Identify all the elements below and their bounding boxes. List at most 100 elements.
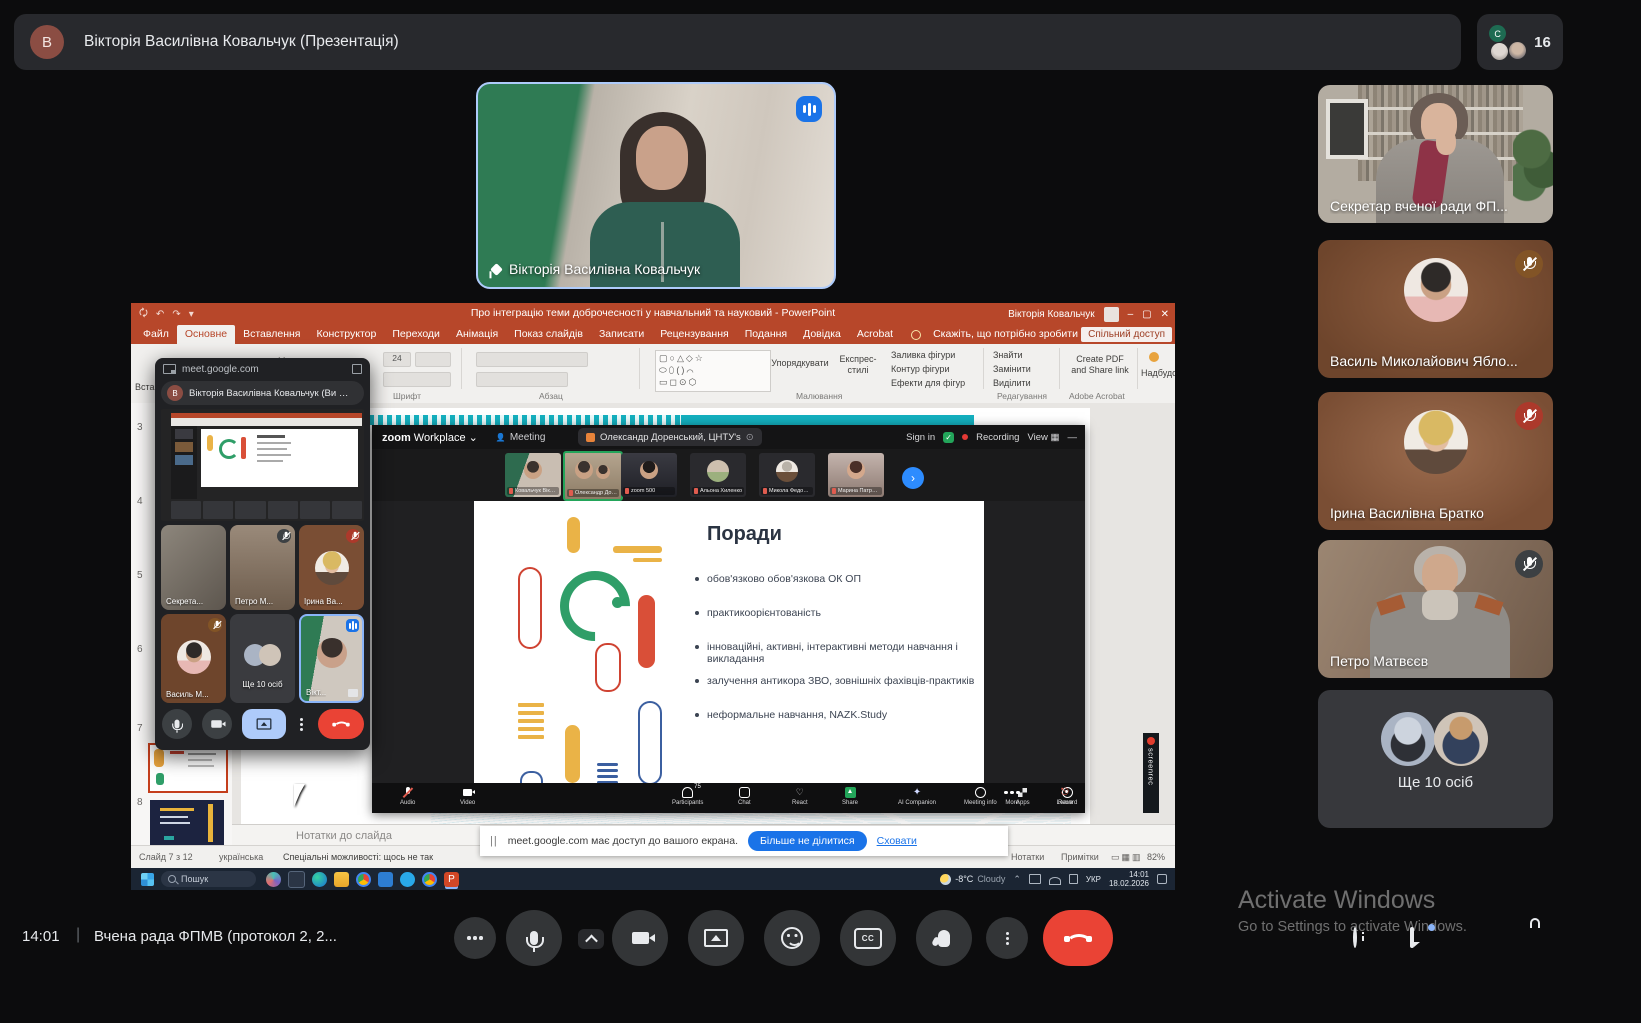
zoom-participant-tile[interactable]: Альона Хиленко: [690, 453, 746, 497]
tab-view[interactable]: Подання: [737, 325, 795, 344]
quick-styles-button[interactable]: Експрес-стилі: [833, 354, 883, 376]
copilot-icon[interactable]: [266, 872, 281, 887]
ppt-share-button[interactable]: Спільний доступ: [1081, 327, 1172, 342]
camera-options-chevron[interactable]: [578, 929, 604, 949]
accessibility-label[interactable]: Спеціальні можливості: щось не так: [283, 852, 433, 862]
slide-thumbnail-7-selected[interactable]: [148, 743, 228, 793]
tab-insert[interactable]: Вставлення: [235, 325, 308, 344]
pip-tile[interactable]: Василь М...: [161, 614, 226, 703]
zoom-meeting-title-tab[interactable]: Олександр Доренський, ЦНТУ's ⊙: [578, 428, 762, 446]
display-icon[interactable]: [1029, 874, 1041, 884]
meet-pip-window[interactable]: meet.google.com B Вікторія Василівна Ков…: [155, 358, 370, 750]
tab-animations[interactable]: Анімація: [448, 325, 506, 344]
font-style-buttons[interactable]: [415, 352, 451, 367]
captions-button[interactable]: CC: [840, 910, 896, 966]
participant-tile-secretary[interactable]: Секретар вченої ради ФП...: [1318, 85, 1553, 223]
reactions-button[interactable]: [764, 910, 820, 966]
minimize-icon[interactable]: –: [1128, 309, 1134, 320]
pip-tile[interactable]: Петро М...: [230, 525, 295, 610]
pip-end-call-button[interactable]: [318, 709, 364, 739]
tab-home[interactable]: Основне: [177, 325, 235, 344]
pip-present-button-active[interactable]: [242, 709, 286, 739]
zoom-participant-tile[interactable]: zoom 500: [621, 453, 677, 497]
participant-tile-iryna[interactable]: Ірина Василівна Братко: [1318, 392, 1553, 530]
pause-icon[interactable]: ||: [490, 835, 498, 847]
pip-tile[interactable]: Ірина Ва...: [299, 525, 364, 610]
zoom-chat-button[interactable]: Chat: [738, 786, 751, 806]
powerpoint-icon-active[interactable]: P: [444, 872, 459, 887]
zoom-participant-tile[interactable]: Микола Федоренко: [759, 453, 815, 497]
zoom-meeting-info-button[interactable]: Meeting info: [964, 786, 997, 806]
file-explorer-icon[interactable]: [334, 872, 349, 887]
pip-tile-others[interactable]: Ще 10 осіб: [230, 614, 295, 703]
shape-outline-button[interactable]: Контур фігури: [891, 364, 949, 374]
zoom-react-button[interactable]: ♡React: [792, 786, 808, 806]
tab-file[interactable]: Файл: [135, 325, 177, 344]
pip-camera-button[interactable]: [202, 709, 232, 739]
tab-slideshow[interactable]: Показ слайдів: [506, 325, 591, 344]
language-label[interactable]: українська: [219, 852, 263, 862]
view-buttons[interactable]: ▭▦▥: [1111, 852, 1143, 863]
notes-toggle[interactable]: Нотатки: [1011, 852, 1044, 862]
zoom-leave-button[interactable]: ⎋Leave: [1057, 786, 1073, 806]
shape-effects-button[interactable]: Ефекти для фігур: [891, 378, 965, 388]
hide-link[interactable]: Сховати: [877, 835, 917, 847]
pip-more-button[interactable]: [296, 709, 308, 739]
chat-button[interactable]: [1410, 929, 1414, 947]
more-icon[interactable]: ⊙: [746, 432, 754, 443]
more-options-button[interactable]: [454, 917, 496, 959]
shape-fill-button[interactable]: Заливка фігури: [891, 350, 955, 360]
zoom-share-button[interactable]: Share: [842, 786, 858, 806]
zoom-level[interactable]: 82%: [1147, 852, 1165, 862]
mic-button[interactable]: [506, 910, 562, 966]
camera-button[interactable]: [612, 910, 668, 966]
presenter-video-tile[interactable]: Вікторія Василівна Ковальчук: [476, 82, 836, 289]
font-size-box[interactable]: 24: [383, 352, 411, 367]
present-button[interactable]: [688, 910, 744, 966]
zoom-participant-tile[interactable]: Марина Патрачкова: [828, 453, 884, 497]
zoom-active-speaker-tile[interactable]: Олександр Доренський ...: [563, 451, 623, 501]
arrange-button[interactable]: Упорядкувати: [771, 358, 829, 368]
close-icon[interactable]: ✕: [1161, 309, 1169, 320]
meeting-info-button[interactable]: [1353, 929, 1357, 947]
chrome-icon[interactable]: [422, 872, 437, 887]
participants-button[interactable]: C 16: [1477, 14, 1563, 70]
restore-icon[interactable]: ▢: [1142, 309, 1151, 320]
kebab-menu-button[interactable]: [986, 917, 1028, 959]
zoom-meeting-tab[interactable]: 👤Meeting: [496, 432, 546, 443]
shapes-gallery[interactable]: ▢○△◇☆⬭⬯()⌒▭◻⊙⬡: [655, 350, 771, 392]
tab-help[interactable]: Довідка: [795, 325, 849, 344]
tab-record[interactable]: Записати: [591, 325, 652, 344]
taskbar-search[interactable]: Пошук: [161, 871, 256, 887]
app-icon[interactable]: [378, 872, 393, 887]
wifi-icon[interactable]: [1049, 877, 1061, 885]
zoom-video-button[interactable]: Video: [460, 786, 475, 806]
tab-acrobat[interactable]: Acrobat: [849, 325, 901, 344]
tell-me-box[interactable]: Скажіть, що потрібно зробити: [925, 325, 1086, 344]
battery-icon[interactable]: [1069, 874, 1078, 884]
paste-button-clipped[interactable]: Вста: [135, 382, 155, 392]
end-call-button[interactable]: [1043, 910, 1113, 966]
participant-tile-others[interactable]: Ще 10 осіб: [1318, 690, 1553, 828]
find-button[interactable]: Знайти: [993, 350, 1023, 360]
edge-icon[interactable]: [312, 872, 327, 887]
create-pdf-button[interactable]: Create PDF and Share link: [1069, 354, 1131, 376]
tab-design[interactable]: Конструктор: [308, 325, 384, 344]
tab-review[interactable]: Рецензування: [652, 325, 736, 344]
participant-tile-vasyl[interactable]: Василь Миколайович Ябло...: [1318, 240, 1553, 378]
select-button[interactable]: Виділити: [993, 378, 1031, 388]
next-participants-arrow[interactable]: ›: [902, 467, 924, 489]
zoom-more-button[interactable]: More: [1005, 786, 1019, 806]
tray-chevron-icon[interactable]: ⌃: [1013, 874, 1021, 885]
telegram-icon[interactable]: [400, 872, 415, 887]
tab-transitions[interactable]: Переходи: [384, 325, 448, 344]
pip-tile[interactable]: Секрета...: [161, 525, 226, 610]
addins-button[interactable]: Надбудови: [1141, 368, 1175, 378]
stop-sharing-button[interactable]: Більше не ділитися: [748, 831, 867, 851]
expand-icon[interactable]: [348, 689, 358, 697]
pip-self-tile[interactable]: Вікт...: [299, 614, 364, 703]
language-switch[interactable]: УКР: [1086, 875, 1101, 884]
comments-toggle[interactable]: Примітки: [1061, 852, 1099, 862]
view-button[interactable]: View ▦: [1027, 432, 1059, 443]
chrome-icon[interactable]: [356, 872, 371, 887]
